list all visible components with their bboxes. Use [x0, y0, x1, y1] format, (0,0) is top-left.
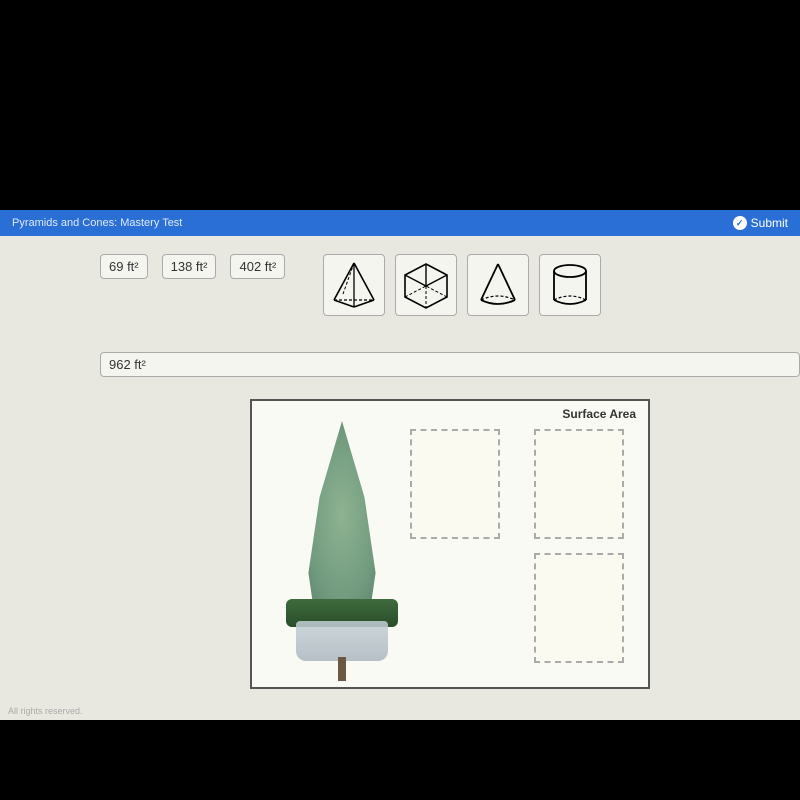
shape-options: [323, 254, 601, 316]
tree-crown: [302, 421, 382, 611]
laptop-bezel-bottom: [0, 720, 800, 800]
app-header: Pyramids and Cones: Mastery Test ✓ Submi…: [0, 210, 800, 236]
answer-drop-area: Surface Area: [250, 399, 650, 689]
lesson-title: Pyramids and Cones: Mastery Test: [12, 217, 182, 229]
question-content: 69 ft² 138 ft² 402 ft²: [0, 236, 800, 720]
trunk: [338, 657, 346, 681]
value-option-962[interactable]: 962 ft²: [100, 352, 800, 377]
draggable-row-2: 962 ft²: [100, 352, 800, 377]
copyright-footer: All rights reserved.: [8, 706, 83, 716]
submit-button[interactable]: ✓ Submit: [733, 216, 788, 230]
shape-option-pyramid[interactable]: [323, 254, 385, 316]
submit-label: Submit: [751, 216, 788, 230]
draggable-row-1: 69 ft² 138 ft² 402 ft²: [100, 254, 800, 316]
cone-icon: [473, 260, 523, 310]
cube-icon: [401, 260, 451, 310]
planter: [296, 621, 388, 661]
cylinder-icon: [545, 260, 595, 310]
screen-content: Pyramids and Cones: Mastery Test ✓ Submi…: [0, 210, 800, 720]
surface-area-label: Surface Area: [562, 407, 636, 421]
check-icon: ✓: [733, 216, 747, 230]
value-option-402[interactable]: 402 ft²: [230, 254, 285, 279]
shape-option-cube[interactable]: [395, 254, 457, 316]
pyramid-icon: [329, 260, 379, 310]
dropzone-surface-area-2[interactable]: [534, 553, 624, 663]
dropzone-surface-area-1[interactable]: [534, 429, 624, 539]
topiary-image: [282, 421, 402, 681]
value-option-69[interactable]: 69 ft²: [100, 254, 148, 279]
shape-option-cone[interactable]: [467, 254, 529, 316]
laptop-bezel-top: [0, 0, 800, 210]
shape-option-cylinder[interactable]: [539, 254, 601, 316]
value-option-138[interactable]: 138 ft²: [162, 254, 217, 279]
dropzone-shape[interactable]: [410, 429, 500, 539]
